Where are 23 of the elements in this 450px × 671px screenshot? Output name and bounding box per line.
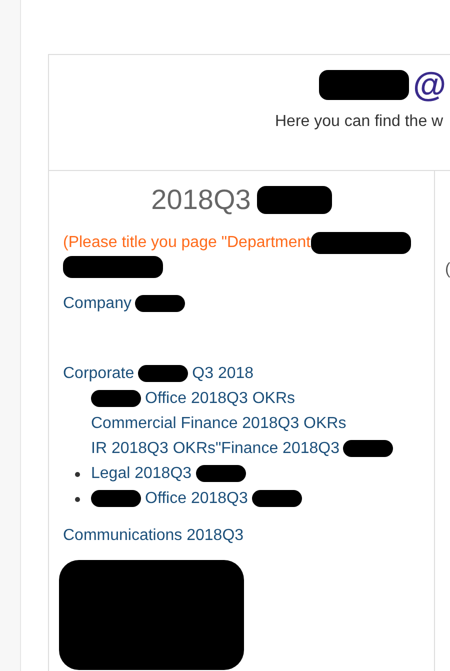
redaction-mark (135, 295, 186, 312)
link-text[interactable]: Office 2018Q3 OKRs (145, 386, 295, 411)
section-heading: 2018Q3 (151, 184, 251, 216)
bullet-icon (75, 497, 80, 502)
link-text[interactable]: Legal 2018Q3 (91, 461, 192, 486)
page-subtitle: Here you can find the w (275, 113, 444, 131)
bullet-icon (75, 472, 80, 477)
redaction-mark (91, 390, 141, 407)
redaction-mark (91, 490, 141, 507)
link-text[interactable]: Q3 2018 (192, 361, 254, 386)
redaction-mark (252, 490, 302, 507)
redaction-mark (196, 465, 246, 482)
page-title: @ (413, 66, 446, 104)
redaction-mark (343, 440, 394, 457)
redaction-mark (138, 365, 188, 382)
link-text[interactable]: Commercial Finance 2018Q3 OKRs (91, 411, 346, 436)
link-text[interactable]: Communications 2018Q3 (63, 523, 244, 548)
cut-text: ( (445, 261, 450, 278)
link-text[interactable]: Corporate (63, 361, 134, 386)
link-text[interactable]: Company (63, 291, 132, 316)
link-text[interactable]: IR 2018Q3 OKRs"Finance 2018Q3 (91, 436, 340, 461)
notice-text: (Please title you page "Department (63, 234, 311, 251)
link-text[interactable]: Office 2018Q3 (145, 486, 248, 511)
